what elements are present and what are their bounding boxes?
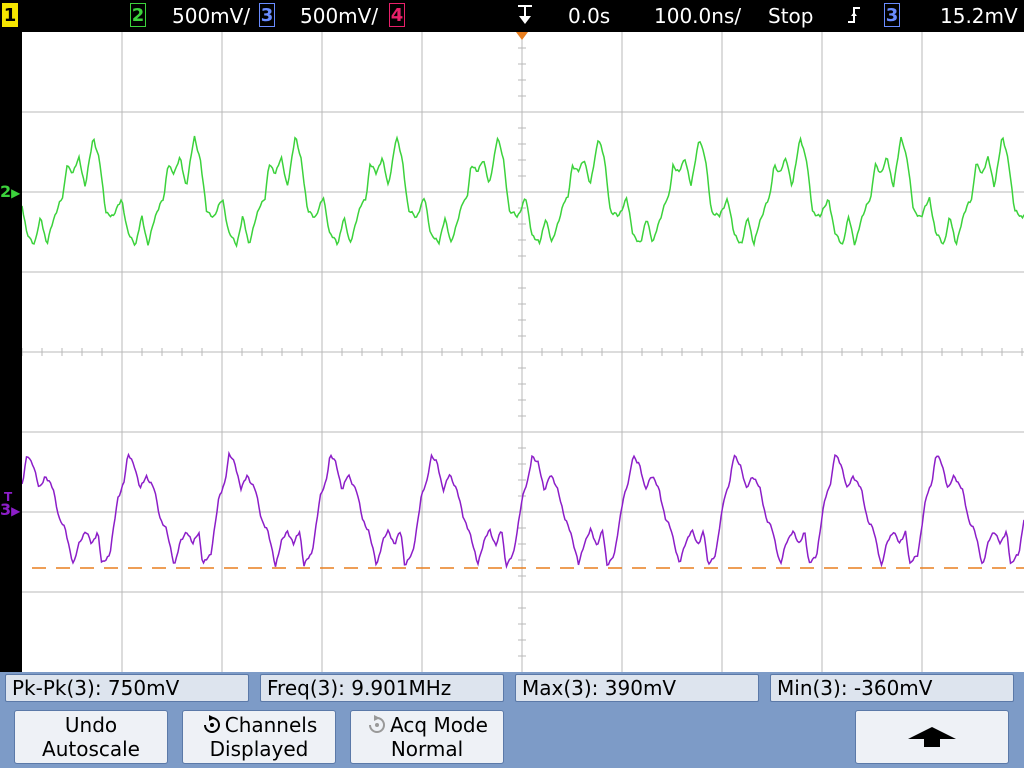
measurement-min[interactable]: Min(3): -360mV bbox=[770, 674, 1014, 702]
softkey-panel: Pk-Pk(3): 750mV Freq(3): 9.901MHz Max(3)… bbox=[0, 672, 1024, 768]
arrow-up-icon bbox=[908, 727, 956, 747]
channel-3-indicator[interactable]: 3 bbox=[259, 3, 275, 27]
trigger-level-marker: T bbox=[4, 490, 13, 504]
acq-mode-button[interactable]: Acq Mode Normal bbox=[350, 710, 504, 764]
channels-label: Channels bbox=[224, 713, 318, 737]
trigger-position-marker bbox=[516, 32, 528, 40]
acq-mode-label: Acq Mode bbox=[390, 713, 488, 737]
channel-2-indicator[interactable]: 2 bbox=[130, 3, 146, 27]
channels-displayed-button[interactable]: Channels Displayed bbox=[182, 710, 336, 764]
channel-3-scale[interactable]: 500mV/ bbox=[300, 3, 378, 29]
rotate-knob-icon bbox=[369, 715, 386, 733]
undo-autoscale-button[interactable]: Undo Autoscale bbox=[14, 710, 168, 764]
measurement-pk-pk[interactable]: Pk-Pk(3): 750mV bbox=[5, 674, 249, 702]
channel-2-scale[interactable]: 500mV/ bbox=[172, 3, 250, 29]
menu-up-button[interactable] bbox=[855, 710, 1009, 764]
status-bar: 1 2 500mV/ 3 500mV/ 4 0.0s 100.0ns/ Stop… bbox=[0, 0, 1024, 32]
trigger-level[interactable]: 15.2mV bbox=[940, 3, 1018, 29]
trigger-delay[interactable]: 0.0s bbox=[568, 3, 610, 29]
waveform-display[interactable] bbox=[21, 32, 1024, 672]
timebase-scale[interactable]: 100.0ns/ bbox=[654, 3, 741, 29]
autoscale-label: Autoscale bbox=[42, 737, 140, 761]
trigger-edge-rising-icon bbox=[846, 2, 862, 28]
measurement-max[interactable]: Max(3): 390mV bbox=[515, 674, 759, 702]
channel-2-trace bbox=[22, 135, 1024, 249]
channel-1-indicator[interactable]: 1 bbox=[2, 3, 18, 27]
displayed-label: Displayed bbox=[209, 737, 309, 761]
rotate-knob-icon bbox=[203, 715, 220, 733]
run-state[interactable]: Stop bbox=[768, 3, 813, 29]
graticule bbox=[22, 32, 1024, 672]
acq-mode-value: Normal bbox=[390, 737, 464, 761]
undo-label: Undo bbox=[64, 713, 118, 737]
trigger-position-icon bbox=[514, 2, 536, 28]
channel-2-ground-marker[interactable]: 2▶ bbox=[0, 182, 20, 201]
waveform-canvas bbox=[22, 32, 1024, 672]
channel-4-indicator[interactable]: 4 bbox=[389, 3, 405, 27]
trigger-source-indicator[interactable]: 3 bbox=[884, 3, 900, 27]
measurement-freq[interactable]: Freq(3): 9.901MHz bbox=[260, 674, 504, 702]
channel-3-trace bbox=[22, 450, 1024, 570]
